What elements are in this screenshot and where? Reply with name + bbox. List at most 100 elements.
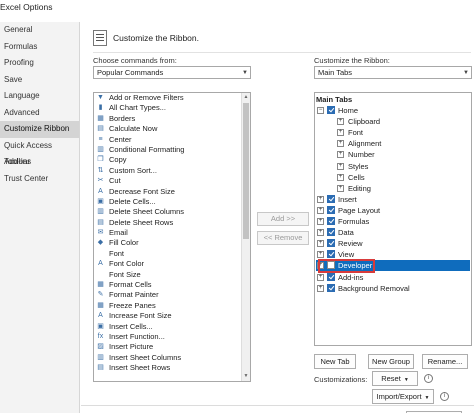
tree-item-font[interactable]: + Font: [316, 127, 470, 138]
expand-icon[interactable]: +: [337, 151, 344, 159]
command-item[interactable]: ✉ Email: [94, 228, 250, 238]
filter-icon: ▼: [97, 94, 104, 101]
expand-icon[interactable]: +: [317, 218, 324, 225]
choose-commands-select[interactable]: Popular Commands ▼: [93, 66, 251, 79]
command-item[interactable]: ▥ Delete Sheet Columns: [94, 207, 250, 217]
tree-item-alignment[interactable]: + Alignment: [316, 138, 470, 149]
expand-icon[interactable]: +: [337, 129, 344, 137]
command-item[interactable]: AFont Color▸: [94, 259, 250, 269]
commands-list[interactable]: ▼ Add or Remove Filters ▮ All Chart Types..…: [93, 92, 251, 382]
tree-item-data[interactable]: + Data: [316, 227, 470, 238]
remove-button[interactable]: << Remove: [257, 231, 309, 245]
tab-checkbox[interactable]: [327, 239, 335, 248]
expand-icon[interactable]: +: [337, 173, 344, 181]
tree-item-home[interactable]: − Home: [316, 105, 470, 116]
sidebar-item-trust-center[interactable]: Trust Center: [0, 171, 79, 188]
sidebar-item-proofing[interactable]: Proofing: [0, 55, 79, 72]
tab-checkbox[interactable]: [327, 205, 335, 214]
expand-icon[interactable]: +: [317, 206, 324, 214]
expand-icon[interactable]: +: [317, 240, 324, 248]
command-item[interactable]: ▥ Insert Sheet Columns: [94, 353, 250, 363]
expand-icon[interactable]: +: [337, 140, 344, 148]
scroll-up-icon[interactable]: ▲: [242, 93, 250, 102]
command-item[interactable]: ✎ Format Painter: [94, 290, 250, 300]
info-icon[interactable]: i: [440, 392, 449, 401]
command-item[interactable]: ≡ Center: [94, 135, 250, 145]
sidebar-item-add-ins[interactable]: Add-ins: [0, 154, 79, 171]
import-export-button[interactable]: Import/Export ▼: [372, 389, 434, 404]
command-item[interactable]: ⇅ Custom Sort...: [94, 166, 250, 176]
tree-item-clipboard[interactable]: + Clipboard: [316, 116, 470, 127]
expand-icon[interactable]: +: [317, 229, 324, 237]
rename-button[interactable]: Rename...: [422, 354, 468, 369]
sidebar-item-language[interactable]: Language: [0, 88, 79, 105]
commands-scrollbar[interactable]: ▲ ▼: [241, 93, 250, 381]
sidebar-item-quick-access-toolbar[interactable]: Quick Access Toolbar: [0, 138, 79, 167]
command-item[interactable]: ▤ Delete Sheet Rows: [94, 218, 250, 228]
tree-item-review[interactable]: + Review: [316, 238, 470, 249]
scroll-thumb[interactable]: [243, 103, 249, 239]
tree-item-formulas[interactable]: + Formulas: [316, 216, 470, 227]
command-label: Center: [109, 134, 132, 144]
sort-icon: ⇅: [97, 166, 104, 174]
tab-checkbox[interactable]: [327, 272, 335, 281]
command-item[interactable]: ▤ Calculate Now: [94, 124, 250, 134]
command-item[interactable]: ✂ Cut: [94, 176, 250, 186]
expand-icon[interactable]: +: [317, 273, 324, 281]
command-item[interactable]: ▦ Format Cells: [94, 280, 250, 290]
tree-item-cells[interactable]: + Cells: [316, 172, 470, 183]
command-item[interactable]: ▥Conditional Formatting▸: [94, 145, 250, 155]
command-item[interactable]: ▮ All Chart Types...: [94, 103, 250, 113]
command-item[interactable]: ▣ Insert Cells...: [94, 322, 250, 332]
command-item[interactable]: Font Size▾: [94, 270, 250, 280]
command-item[interactable]: ▼ Add or Remove Filters: [94, 93, 250, 103]
sidebar-item-customize-ribbon[interactable]: Customize Ribbon: [0, 121, 79, 138]
tab-checkbox[interactable]: [327, 194, 335, 203]
add-button[interactable]: Add >>: [257, 212, 309, 226]
command-item[interactable]: ▣ Delete Cells...: [94, 197, 250, 207]
reset-button[interactable]: Reset ▼: [372, 371, 418, 386]
command-item[interactable]: ▨ Insert Picture: [94, 342, 250, 352]
tree-item-insert[interactable]: + Insert: [316, 194, 470, 205]
command-item[interactable]: ▦Freeze Panes▸: [94, 301, 250, 311]
new-tab-button[interactable]: New Tab: [314, 354, 356, 369]
expand-icon[interactable]: +: [337, 184, 344, 192]
tree-item-add-ins[interactable]: + Add-ins: [316, 272, 470, 283]
expand-icon[interactable]: +: [317, 195, 324, 203]
tab-checkbox[interactable]: [327, 217, 335, 225]
tree-item-background-removal[interactable]: + Background Removal: [316, 283, 470, 294]
sidebar-item-save[interactable]: Save: [0, 72, 79, 89]
sidebar-item-advanced[interactable]: Advanced: [0, 105, 79, 122]
new-group-button[interactable]: New Group: [368, 354, 414, 369]
tab-checkbox[interactable]: [327, 228, 335, 237]
expand-icon[interactable]: +: [337, 118, 344, 126]
ribbon-tabs-tree[interactable]: Main Tabs − Home + Clipboard + Font + Alignment…: [314, 92, 472, 346]
title-bar: Excel Options: [0, 0, 474, 22]
command-label: Increase Font Size: [109, 311, 172, 321]
command-item[interactable]: fx Insert Function...: [94, 332, 250, 342]
info-icon[interactable]: i: [424, 374, 433, 383]
command-label: All Chart Types...: [109, 103, 166, 113]
tree-item-number[interactable]: + Number: [316, 149, 470, 160]
tree-item-editing[interactable]: + Editing: [316, 183, 470, 194]
scroll-down-icon[interactable]: ▼: [242, 372, 250, 381]
tab-checkbox[interactable]: [327, 250, 335, 259]
tree-item-page-layout[interactable]: + Page Layout: [316, 205, 470, 216]
tab-checkbox[interactable]: [327, 283, 335, 292]
sidebar-item-formulas[interactable]: Formulas: [0, 39, 79, 56]
tab-checkbox[interactable]: [327, 106, 335, 114]
customize-ribbon-select[interactable]: Main Tabs ▼: [314, 66, 472, 79]
command-item[interactable]: ▤ Insert Sheet Rows: [94, 363, 250, 373]
expand-icon[interactable]: +: [317, 251, 324, 259]
collapse-icon[interactable]: −: [317, 107, 324, 114]
expand-icon[interactable]: +: [317, 284, 324, 292]
sidebar-item-general[interactable]: General: [0, 22, 79, 39]
tree-item-styles[interactable]: + Styles: [316, 161, 470, 172]
command-item[interactable]: ◆Fill Color▸: [94, 238, 250, 248]
expand-icon[interactable]: +: [337, 162, 344, 170]
command-item[interactable]: ▦Borders▸: [94, 114, 250, 124]
command-item[interactable]: A Decrease Font Size: [94, 187, 250, 197]
command-item[interactable]: A Increase Font Size: [94, 311, 250, 321]
command-item[interactable]: ❐ Copy: [94, 155, 250, 165]
command-item[interactable]: Font▾: [94, 249, 250, 259]
